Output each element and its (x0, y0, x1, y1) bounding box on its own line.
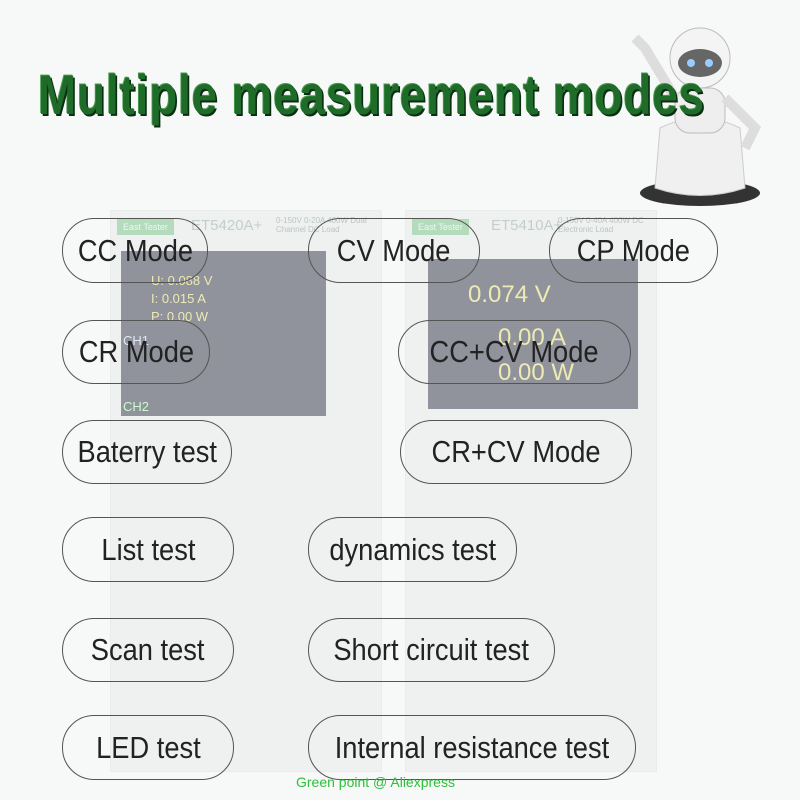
mode-label: List test (100, 531, 195, 567)
mode-label: CC+CV Mode (429, 334, 600, 369)
mode-label: CP Mode (576, 232, 691, 268)
mode-pill-cc: CC Mode (62, 218, 208, 283)
mode-label: CC Mode (77, 232, 193, 268)
footer-watermark: Green point @ Aliexpress (296, 774, 455, 790)
model-label: ET5410A+ (491, 217, 563, 234)
mode-pill-list-test: List test (62, 517, 234, 582)
page-title: Multiple measurement modes (38, 63, 705, 126)
mode-pill-led-test: LED test (62, 715, 234, 780)
mode-label: LED test (95, 729, 201, 765)
reading: 0.074 V (468, 281, 551, 308)
mode-pill-battery-test: Baterry test (62, 420, 232, 484)
mode-pill-short-circuit-test: Short circuit test (308, 618, 555, 682)
mode-pill-cr: CR Mode (62, 320, 210, 384)
mode-label: Short circuit test (333, 632, 530, 667)
mode-pill-internal-resistance-test: Internal resistance test (308, 715, 636, 780)
mode-label: Baterry test (77, 434, 217, 469)
mode-pill-cr-cv: CR+CV Mode (400, 420, 632, 484)
mode-pill-cc-cv: CC+CV Mode (398, 320, 631, 384)
mode-label: dynamics test (329, 531, 496, 567)
mode-pill-cp: CP Mode (549, 218, 718, 283)
reading: I: 0.015 A (151, 291, 206, 306)
mode-pill-scan-test: Scan test (62, 618, 234, 682)
mode-label: CR+CV Mode (431, 434, 601, 469)
mode-pill-cv: CV Mode (308, 218, 480, 283)
mode-label: CV Mode (337, 232, 451, 268)
background-device-right: East Tester ET5410A+ 0-150V 0-40A 400W D… (405, 210, 657, 772)
mode-label: Scan test (91, 632, 205, 667)
mode-pill-dynamics-test: dynamics test (308, 517, 517, 582)
background-device-left: East Tester ET5420A+ 0-150V 0-20A 400W D… (110, 210, 382, 772)
mode-label: CR Mode (78, 334, 194, 369)
mode-label: Internal resistance test (334, 729, 610, 765)
channel-label: CH2 (123, 399, 150, 414)
